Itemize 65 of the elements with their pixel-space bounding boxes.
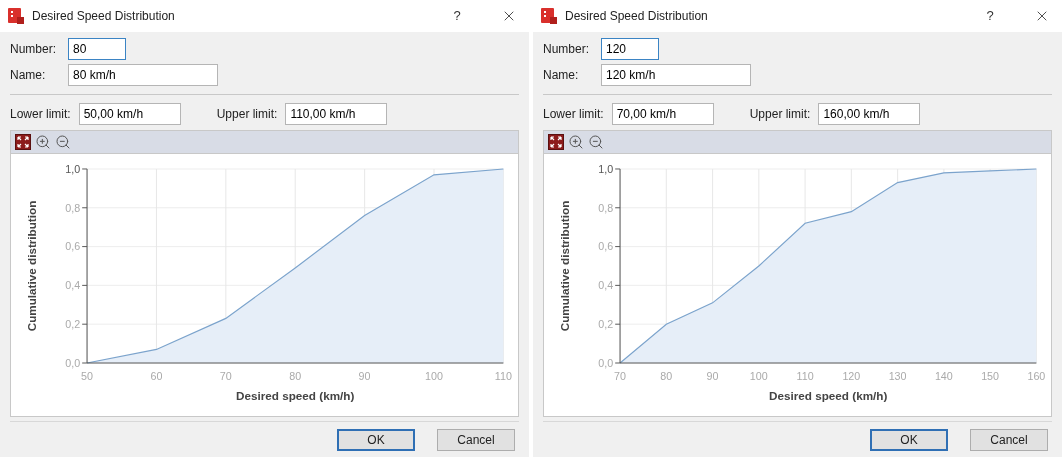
axis-title: Desired speed (km/h): [236, 389, 355, 403]
field-label: Number:: [10, 41, 57, 58]
tick-label: 0,0: [598, 356, 614, 369]
zoom-in-icon[interactable]: [35, 134, 51, 150]
fit-view-icon[interactable]: [15, 134, 31, 150]
tick-label: 130: [888, 369, 907, 382]
zoom-in-icon[interactable]: [568, 134, 584, 150]
field-label: Number:: [543, 41, 590, 58]
field-label: Lower limit:: [10, 106, 71, 123]
tick-label: 80: [660, 369, 673, 382]
field-label: Name:: [10, 67, 47, 84]
zoom-out-icon[interactable]: [588, 134, 604, 150]
window-title: Desired Speed Distribution: [32, 8, 176, 25]
field-label: Upper limit:: [216, 106, 278, 123]
tick-label: 90: [706, 369, 719, 382]
tick-label: 80: [289, 369, 302, 382]
axis-title: Desired speed (km/h): [769, 389, 888, 403]
tick-label: 1,0: [598, 162, 614, 175]
tick-label: 70: [614, 369, 626, 382]
tick-label: 110: [494, 369, 512, 382]
help-button[interactable]: ?: [978, 6, 1002, 26]
window-title: Desired Speed Distribution: [565, 8, 709, 25]
tick-label: 110: [796, 369, 814, 382]
text-field[interactable]: 160,00 km/h: [818, 103, 921, 125]
tick-label: 70: [219, 369, 232, 382]
tick-label: 0,4: [65, 279, 81, 292]
tick-label: 1,0: [65, 162, 81, 175]
tick-label: 120: [842, 369, 861, 382]
tick-label: 0,6: [598, 240, 614, 253]
dialog-button[interactable]: OK: [337, 428, 415, 451]
tick-label: 100: [749, 369, 768, 382]
text-field[interactable]: 120 km/h: [601, 64, 751, 86]
axis-title: Cumulative distribution: [25, 200, 39, 332]
dialog-button[interactable]: Cancel: [970, 428, 1048, 451]
tick-label: 0,0: [65, 356, 81, 369]
help-button[interactable]: ?: [445, 6, 469, 26]
tick-label: 100: [425, 369, 443, 382]
text-field[interactable]: 110,00 km/h: [285, 103, 388, 125]
app-icon: [541, 8, 557, 24]
tick-label: 60: [150, 369, 163, 382]
tick-label: 0,2: [598, 318, 614, 331]
field-label: Lower limit:: [543, 106, 604, 123]
axis-title: Cumulative distribution: [558, 200, 572, 332]
tick-label: 0,6: [65, 240, 81, 253]
tick-label: 160: [1027, 369, 1046, 382]
tick-label: 0,8: [598, 201, 614, 214]
tick-label: 0,8: [65, 201, 81, 214]
tick-label: 150: [981, 369, 1000, 382]
tick-label: 0,2: [65, 318, 81, 331]
text-field[interactable]: 70,00 km/h: [611, 103, 714, 125]
tick-label: 0,4: [598, 279, 614, 292]
dialog-button[interactable]: Cancel: [437, 428, 515, 451]
field-label: Name:: [543, 67, 580, 84]
fit-view-icon[interactable]: [548, 134, 564, 150]
tick-label: 140: [934, 369, 953, 382]
field-label: Upper limit:: [749, 106, 811, 123]
text-field[interactable]: 120: [601, 38, 659, 60]
tick-label: 90: [358, 369, 371, 382]
tick-label: 50: [81, 369, 93, 382]
text-field[interactable]: 50,00 km/h: [78, 103, 181, 125]
app-icon: [8, 8, 24, 24]
text-field[interactable]: 80: [68, 38, 126, 60]
dialog-button[interactable]: OK: [870, 428, 948, 451]
zoom-out-icon[interactable]: [55, 134, 71, 150]
text-field[interactable]: 80 km/h: [68, 64, 218, 86]
